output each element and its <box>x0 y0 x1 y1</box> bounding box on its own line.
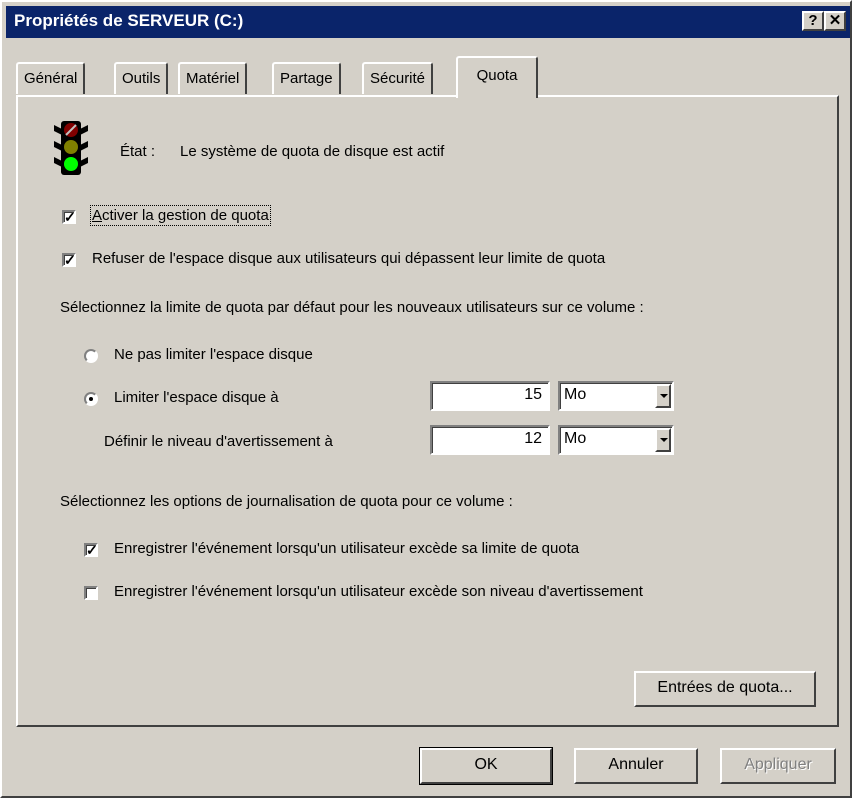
warning-value-input[interactable]: 12 <box>430 425 550 455</box>
enable-quota-checkbox[interactable]: ✓ <box>62 210 76 224</box>
close-button[interactable]: ✕ <box>824 11 846 31</box>
tab-quota[interactable]: Quota <box>456 56 538 98</box>
limit-unit-value: Mo <box>564 386 587 403</box>
limit-unit-select[interactable]: Mo <box>558 381 674 411</box>
properties-dialog: Propriétés de SERVEUR (C:) ? ✕ Général O… <box>0 0 852 798</box>
deny-space-checkbox[interactable]: ✓ <box>62 253 76 267</box>
log-warning-checkbox[interactable] <box>84 586 98 600</box>
log-limit-label[interactable]: Enregistrer l'événement lorsqu'un utilis… <box>114 540 579 557</box>
log-warning-label[interactable]: Enregistrer l'événement lorsqu'un utilis… <box>114 583 643 600</box>
tab-general[interactable]: Général <box>16 62 86 94</box>
deny-space-label[interactable]: Refuser de l'espace disque aux utilisate… <box>92 250 605 267</box>
status-text: Le système de quota de disque est actif <box>180 143 445 160</box>
limit-radio[interactable] <box>84 392 98 406</box>
apply-label: Appliquer <box>744 756 812 773</box>
chevron-down-icon[interactable] <box>655 428 671 452</box>
tab-securite[interactable]: Sécurité <box>362 62 434 94</box>
traffic-light-icon <box>52 119 90 177</box>
status-label: État : <box>120 143 156 160</box>
ok-button[interactable]: OK <box>419 747 553 785</box>
warning-label: Définir le niveau d'avertissement à <box>104 433 333 450</box>
quota-panel: État : Le système de quota de disque est… <box>16 95 839 727</box>
limit-value-input[interactable]: 15 <box>430 381 550 411</box>
default-limit-heading: Sélectionnez la limite de quota par défa… <box>60 299 644 316</box>
logging-heading: Sélectionnez les options de journalisati… <box>60 493 513 510</box>
apply-button[interactable]: Appliquer <box>720 748 836 784</box>
window-title: Propriétés de SERVEUR (C:) <box>14 11 244 30</box>
no-limit-label[interactable]: Ne pas limiter l'espace disque <box>114 346 313 363</box>
enable-quota-label[interactable]: Activer la gestion de quota <box>90 205 271 226</box>
warning-unit-value: Mo <box>564 430 587 447</box>
tab-materiel[interactable]: Matériel <box>178 62 248 94</box>
cancel-button[interactable]: Annuler <box>574 748 698 784</box>
help-button[interactable]: ? <box>802 11 824 31</box>
tab-partage[interactable]: Partage <box>272 62 341 94</box>
chevron-down-icon[interactable] <box>655 384 671 408</box>
quota-entries-button[interactable]: Entrées de quota... <box>634 671 816 707</box>
tab-outils[interactable]: Outils <box>114 62 169 94</box>
warning-unit-select[interactable]: Mo <box>558 425 674 455</box>
title-bar[interactable]: Propriétés de SERVEUR (C:) ? ✕ <box>6 6 850 38</box>
limit-label[interactable]: Limiter l'espace disque à <box>114 389 279 406</box>
log-limit-checkbox[interactable]: ✓ <box>84 543 98 557</box>
no-limit-radio[interactable] <box>84 349 98 363</box>
